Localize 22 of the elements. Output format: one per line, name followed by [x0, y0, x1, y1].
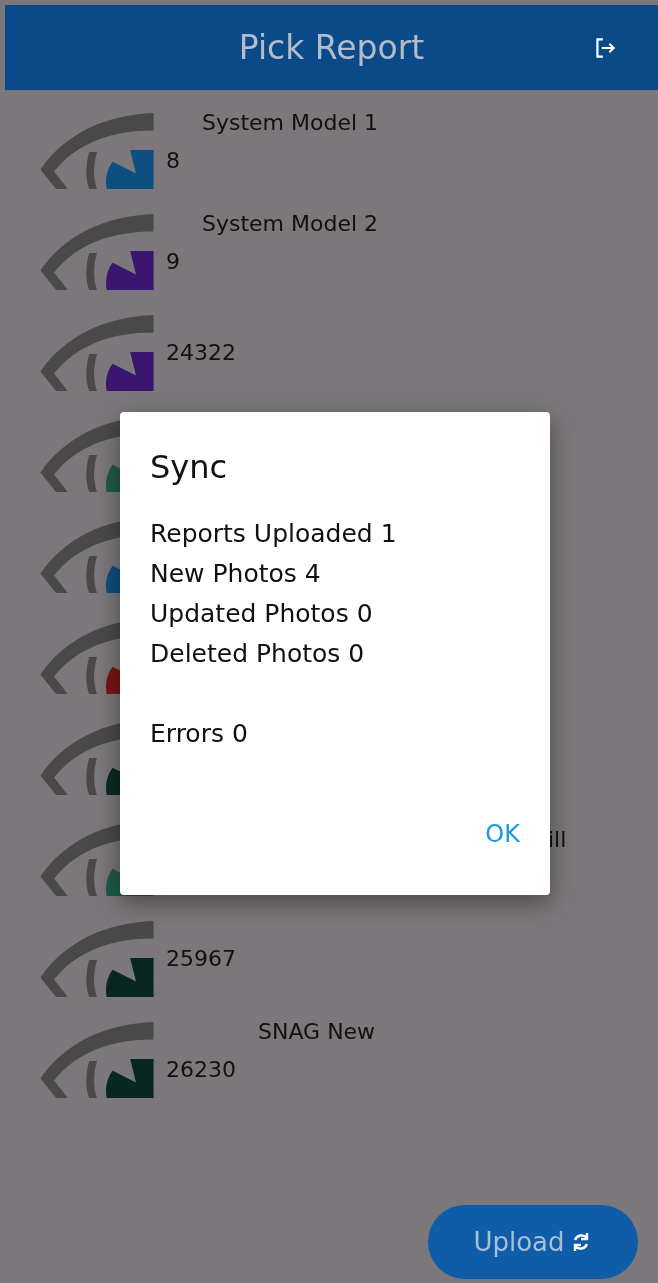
sync-summary-line: Reports Uploaded 1 — [150, 518, 398, 550]
report-logo-icon — [38, 110, 156, 191]
report-logo-icon — [38, 1019, 156, 1100]
upload-button[interactable]: Upload — [428, 1205, 638, 1279]
sync-summary-line: Updated Photos 0 — [150, 598, 374, 630]
ok-button[interactable]: OK — [473, 814, 532, 854]
report-number[interactable]: 24322 — [166, 340, 236, 365]
sync-summary-line: Deleted Photos 0 — [150, 638, 366, 670]
sync-errors-line: Errors 0 — [150, 718, 249, 750]
report-title[interactable]: SNAG New — [258, 1019, 376, 1044]
report-logo-icon — [38, 918, 156, 999]
dialog-title: Sync — [150, 448, 229, 486]
report-title[interactable]: System Model 2 — [202, 211, 379, 236]
report-number[interactable]: 26230 — [166, 1057, 236, 1082]
app-bar-title: Pick Report — [238, 28, 425, 67]
sync-summary-line: New Photos 4 — [150, 558, 322, 590]
report-number[interactable]: 9 — [166, 249, 180, 274]
report-number[interactable]: 8 — [166, 148, 180, 173]
report-logo-icon — [38, 211, 156, 292]
report-logo-icon — [38, 312, 156, 393]
report-title[interactable]: System Model 1 — [202, 110, 379, 135]
report-number[interactable]: 25967 — [166, 946, 236, 971]
